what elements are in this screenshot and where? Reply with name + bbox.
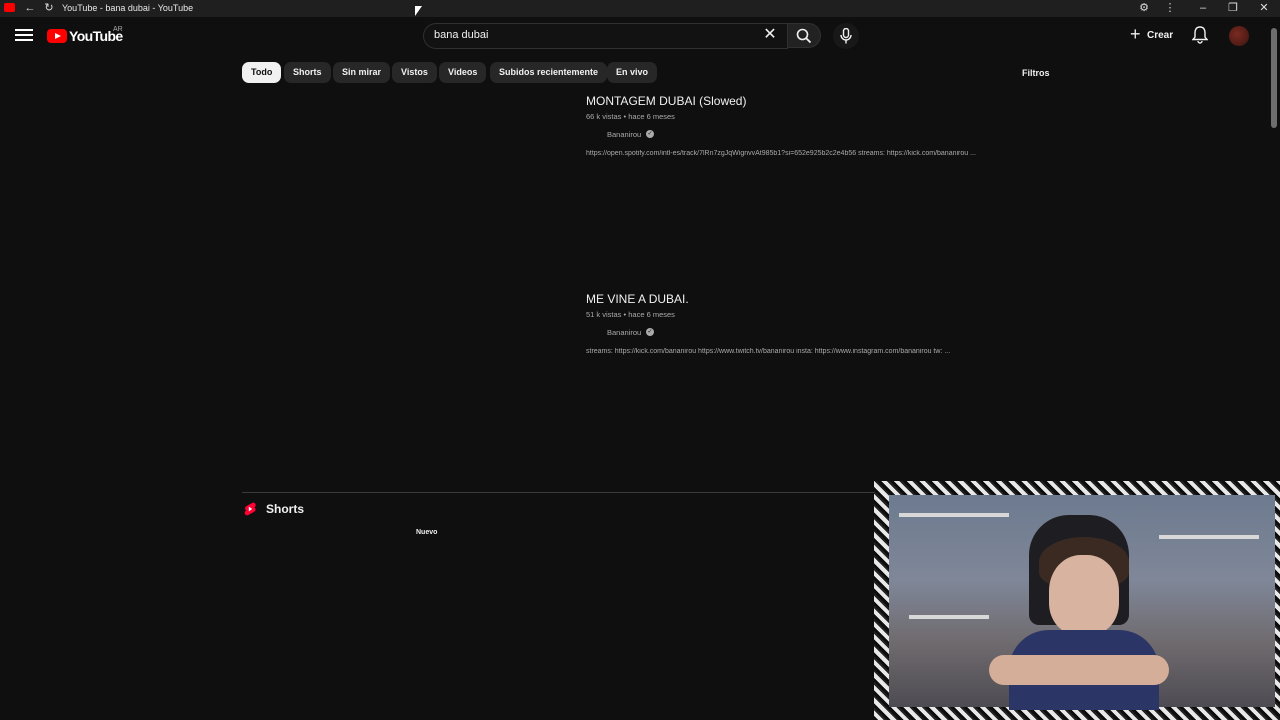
webcam-overlay bbox=[874, 481, 1280, 720]
video-result[interactable]: MONTAGEM DUBAI (Slowed) 66 k vistas • ha… bbox=[586, 94, 1066, 157]
voice-search-button[interactable] bbox=[833, 23, 859, 49]
shorts-section-title: Shorts bbox=[266, 502, 305, 516]
clear-search-icon[interactable]: ✕ bbox=[762, 27, 778, 43]
tab-title: YouTube - bana dubai - YouTube bbox=[62, 3, 194, 13]
chip-todo[interactable]: Todo bbox=[242, 62, 282, 83]
chip-vistos[interactable]: Vistos bbox=[392, 62, 437, 83]
chip-en-vivo[interactable]: En vivo bbox=[607, 62, 658, 83]
hamburger-menu-icon[interactable] bbox=[15, 27, 33, 45]
video-meta: 51 k vistas • hace 6 meses bbox=[586, 310, 675, 319]
create-button[interactable]: + Crear bbox=[1124, 23, 1182, 47]
plus-icon: + bbox=[1130, 24, 1141, 44]
create-label: Crear bbox=[1147, 30, 1174, 41]
chip-shorts[interactable]: Shorts bbox=[284, 62, 331, 83]
background-shelf bbox=[899, 513, 1009, 517]
verified-check-icon: ✓ bbox=[646, 328, 654, 336]
new-badge: Nuevo bbox=[416, 529, 438, 536]
extensions-icon[interactable]: ⚙ bbox=[1136, 1, 1152, 16]
microphone-icon bbox=[840, 28, 852, 44]
filters-button[interactable]: Filtros bbox=[1022, 68, 1050, 78]
video-description: https://open.spotify.com/intl-es/track/7… bbox=[586, 150, 976, 157]
background-shelf bbox=[1159, 535, 1259, 539]
chip-videos[interactable]: Videos bbox=[439, 62, 487, 83]
webcam-video bbox=[889, 495, 1275, 710]
masthead: YouTube AR bana dubai ✕ + Crear bbox=[0, 17, 1280, 55]
section-divider bbox=[242, 492, 882, 493]
search-icon bbox=[796, 28, 812, 44]
shorts-icon bbox=[244, 502, 256, 516]
youtube-play-icon bbox=[47, 29, 67, 43]
country-code: AR bbox=[113, 26, 123, 33]
chip-subidos-recientemente[interactable]: Subidos recientemente bbox=[490, 62, 608, 83]
video-description: streams: https://kick.com/bananirou http… bbox=[586, 348, 951, 355]
browser-menu-icon[interactable]: ⋮ bbox=[1162, 1, 1178, 16]
browser-title-bar: ← ↻ YouTube - bana dubai - YouTube ⚙ ⋮ –… bbox=[0, 0, 1280, 17]
person-arm bbox=[989, 655, 1169, 685]
mouse-cursor-icon bbox=[415, 6, 422, 16]
video-title[interactable]: ME VINE A DUBAI. bbox=[586, 292, 1066, 306]
video-result[interactable]: ME VINE A DUBAI. 51 k vistas • hace 6 me… bbox=[586, 292, 1066, 355]
search-button[interactable] bbox=[787, 23, 821, 48]
youtube-favicon-icon bbox=[4, 3, 15, 12]
page-scrollbar[interactable] bbox=[1271, 28, 1277, 128]
channel-name[interactable]: Bananirou bbox=[607, 130, 641, 139]
close-window-icon[interactable]: ✕ bbox=[1249, 0, 1279, 17]
notifications-button[interactable] bbox=[1191, 26, 1210, 44]
channel-avatar[interactable] bbox=[586, 328, 602, 338]
chip-sin-mirar[interactable]: Sin mirar bbox=[333, 62, 391, 83]
back-arrow-icon[interactable]: ← bbox=[22, 1, 38, 16]
video-meta: 66 k vistas • hace 6 meses bbox=[586, 112, 675, 121]
account-avatar[interactable] bbox=[1229, 26, 1249, 46]
channel-row[interactable]: Bananirou ✓ bbox=[586, 130, 1066, 140]
verified-check-icon: ✓ bbox=[646, 130, 654, 138]
search-query: bana dubai bbox=[434, 29, 489, 41]
channel-avatar[interactable] bbox=[586, 130, 602, 140]
restore-icon[interactable]: ❐ bbox=[1218, 0, 1248, 17]
channel-name[interactable]: Bananirou bbox=[607, 328, 641, 337]
minimize-icon[interactable]: – bbox=[1188, 0, 1218, 17]
video-title[interactable]: MONTAGEM DUBAI (Slowed) bbox=[586, 94, 1066, 108]
search-input[interactable]: bana dubai ✕ bbox=[423, 23, 788, 49]
channel-row[interactable]: Bananirou ✓ bbox=[586, 328, 1066, 338]
reload-icon[interactable]: ↻ bbox=[41, 1, 57, 16]
background-shelf bbox=[909, 615, 989, 619]
person-face bbox=[1049, 555, 1119, 635]
bell-icon bbox=[1191, 26, 1209, 44]
